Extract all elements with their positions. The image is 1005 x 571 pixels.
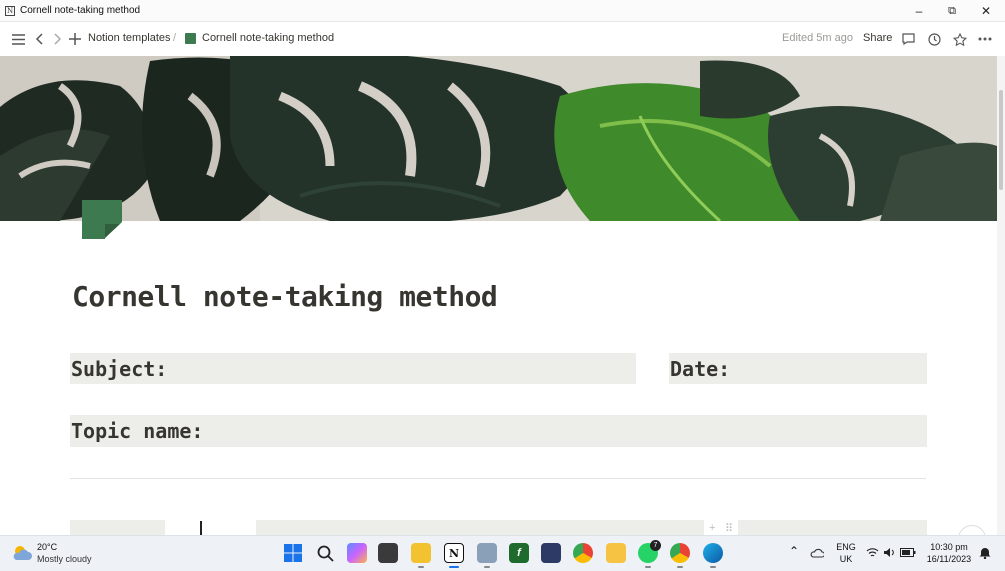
breadcrumb-current[interactable]: Cornell note-taking method [202, 32, 334, 44]
chevron-left-icon [35, 33, 43, 45]
running-indicator [677, 566, 683, 568]
running-indicator [710, 566, 716, 568]
star-icon [953, 32, 967, 46]
breadcrumb-separator: / [173, 32, 177, 44]
side-column-block[interactable] [738, 520, 927, 535]
notion-app[interactable]: N [444, 543, 464, 563]
language-bottom[interactable]: UK [836, 554, 856, 564]
copilot-app[interactable] [347, 543, 367, 563]
notion-app-icon: N [5, 5, 15, 16]
plus-icon [69, 33, 81, 45]
scrollbar-thumb[interactable] [999, 90, 1003, 190]
breadcrumb-parent[interactable]: Notion templates [88, 32, 171, 44]
history-button[interactable] [926, 31, 942, 47]
windows-taskbar: 20°C Mostly cloudy N f 7 ⌃ ENG UK 10:30 … [0, 535, 1005, 571]
chevron-right-icon [54, 33, 62, 45]
share-button[interactable]: Share [863, 32, 892, 44]
page-icon[interactable] [81, 199, 123, 239]
ellipsis-icon [978, 37, 992, 41]
cue-column-block[interactable] [70, 520, 165, 535]
task-view-app[interactable] [378, 543, 398, 563]
sidebar-toggle-button[interactable] [10, 31, 26, 47]
restore-button[interactable]: ⧉ [935, 0, 969, 22]
minimize-icon: – [915, 4, 923, 18]
divider [70, 478, 926, 479]
weather-temperature[interactable]: 20°C [37, 542, 57, 552]
subject-field[interactable]: Subject: [70, 353, 636, 384]
note-icon [82, 200, 122, 239]
f-icon: f [517, 547, 521, 559]
comment-icon [901, 33, 915, 45]
file-explorer-app[interactable] [411, 543, 431, 563]
text-cursor [200, 521, 202, 535]
start-button[interactable] [283, 543, 303, 563]
running-indicator [484, 566, 490, 568]
new-page-button[interactable] [67, 31, 83, 47]
page-small-icon [185, 33, 196, 44]
close-icon: ✕ [980, 4, 992, 18]
favorite-button[interactable] [952, 31, 968, 47]
language-top[interactable]: ENG [836, 542, 856, 552]
search-icon [317, 545, 334, 562]
show-hidden-icons-button[interactable]: ⌃ [789, 544, 799, 558]
more-options-button[interactable] [977, 31, 993, 47]
topic-field[interactable]: Topic name: [70, 415, 927, 447]
onedrive-icon[interactable] [810, 548, 824, 558]
search-button[interactable] [315, 543, 335, 563]
notification-badge: 7 [650, 540, 661, 551]
notification-bell-icon[interactable] [979, 546, 991, 559]
battery-icon[interactable] [900, 548, 916, 557]
app-vscode-like[interactable] [541, 543, 561, 563]
minimize-button[interactable]: – [902, 0, 936, 22]
close-button[interactable]: ✕ [969, 0, 1003, 22]
clock-date[interactable]: 16/11/2023 [925, 554, 973, 564]
monstera-leaves-illustration [0, 56, 997, 221]
hamburger-icon [11, 33, 25, 45]
window-title: Cornell note-taking method [20, 5, 141, 16]
window-titlebar: N Cornell note-taking method – ⧉ ✕ [0, 0, 1005, 22]
clock-time[interactable]: 10:30 pm [925, 542, 973, 552]
app-snipping[interactable] [477, 543, 497, 563]
running-indicator [418, 566, 424, 568]
notion-topbar: Notion templates / Cornell note-taking m… [0, 22, 1005, 56]
back-button[interactable] [31, 31, 47, 47]
drag-handle-icon[interactable]: ⠿ [725, 522, 733, 535]
page-title[interactable]: Cornell note-taking method [72, 280, 498, 313]
cover-image[interactable] [0, 56, 997, 221]
app-f[interactable]: f [509, 543, 529, 563]
notion-icon: N [448, 546, 460, 560]
volume-icon[interactable] [883, 547, 895, 558]
notes-column-block[interactable] [256, 520, 704, 535]
comments-button[interactable] [900, 31, 916, 47]
add-block-icon[interactable]: + [709, 522, 715, 534]
running-indicator [645, 566, 651, 568]
weather-description[interactable]: Mostly cloudy [37, 554, 92, 564]
edge-app[interactable] [703, 543, 723, 563]
clock-icon [927, 32, 941, 46]
edited-status: Edited 5m ago [782, 32, 853, 44]
active-indicator [449, 566, 459, 568]
wifi-icon[interactable] [866, 547, 879, 558]
app-photos[interactable] [606, 543, 626, 563]
chrome-app[interactable] [573, 543, 593, 563]
restore-icon: ⧉ [948, 4, 956, 17]
date-field[interactable]: Date: [669, 353, 927, 384]
chrome-app-2[interactable] [670, 543, 690, 563]
partly-cloudy-icon [13, 546, 32, 560]
forward-button[interactable] [50, 31, 66, 47]
windows-logo-icon [284, 544, 302, 562]
